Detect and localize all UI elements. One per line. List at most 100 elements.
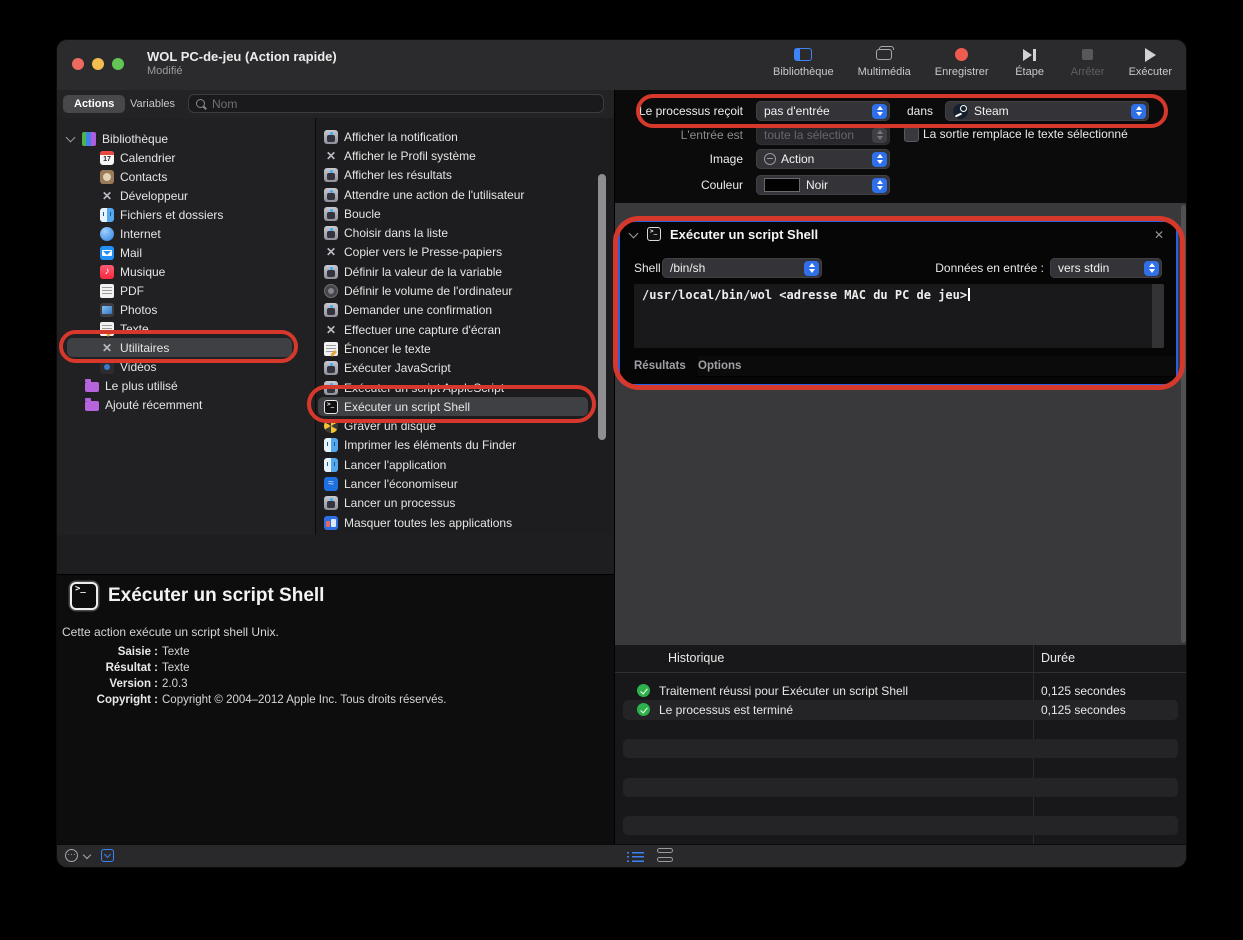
history-row-empty[interactable]	[623, 720, 1178, 739]
toolbar-step-button[interactable]: Étape	[1013, 46, 1047, 78]
action-label: Définir la valeur de la variable	[344, 265, 502, 279]
sidebar-item-bibliotheque[interactable]: Bibliothèque	[57, 129, 315, 148]
sidebar-item-mail[interactable]: Mail	[57, 243, 315, 262]
action-row[interactable]: Attendre une action de l'utilisateur	[316, 185, 614, 204]
automator-action-icon	[324, 303, 338, 317]
action-row[interactable]: Graver un disque	[316, 416, 614, 435]
sidebar-item-ajoute-recemment[interactable]: Ajouté récemment	[57, 395, 315, 414]
description-field: Résultat : Texte	[57, 660, 614, 676]
toolbar-run-button[interactable]: Exécuter	[1129, 46, 1172, 78]
action-row[interactable]: Exécuter JavaScript	[316, 359, 614, 378]
action-row[interactable]: Masquer toutes les applications	[316, 513, 614, 532]
sidebar-item-pdf[interactable]: PDF	[57, 281, 315, 300]
action-row[interactable]: Lancer l'application	[316, 455, 614, 474]
action-row[interactable]: Définir le volume de l'ordinateur	[316, 281, 614, 300]
history-row-empty[interactable]	[623, 816, 1178, 835]
script-scrollbar[interactable]	[1152, 284, 1164, 348]
sidebar-item-calendrier[interactable]: Calendrier	[57, 148, 315, 167]
sidebar-item-label: Bibliothèque	[102, 132, 168, 146]
finder-icon	[324, 458, 338, 472]
action-label: Afficher les résultats	[344, 168, 452, 182]
log-list-view-icon[interactable]	[627, 851, 644, 862]
action-label: Afficher le Profil système	[344, 149, 476, 163]
action-row[interactable]: Copier vers le Presse-papiers	[316, 243, 614, 262]
sidebar-item-videos[interactable]: Vidéos	[57, 357, 315, 376]
disclosure-chevron-icon[interactable]	[66, 132, 76, 142]
history-row-empty[interactable]	[623, 739, 1178, 758]
action-label: Exécuter un script AppleScript	[344, 381, 504, 395]
action-row[interactable]: Boucle	[316, 204, 614, 223]
toolbar-multimedia-button[interactable]: Multimédia	[858, 46, 911, 78]
sidebar-item-fichiers[interactable]: Fichiers et dossiers	[57, 205, 315, 224]
workflow-input-dropdown[interactable]: pas d'entrée	[756, 101, 890, 121]
history-row-empty[interactable]	[623, 797, 1178, 816]
action-row[interactable]: Afficher le Profil système	[316, 146, 614, 165]
log-panel-view-icon[interactable]	[657, 848, 673, 863]
action-row[interactable]: Lancer l'économiseur	[316, 474, 614, 493]
minimize-window-button[interactable]	[92, 58, 104, 70]
stdin-dropdown[interactable]: vers stdin	[1050, 258, 1162, 278]
music-icon	[100, 265, 114, 279]
tab-variables[interactable]: Variables	[130, 95, 175, 113]
terminal-icon	[324, 400, 338, 414]
history-row[interactable]: Traitement réussi pour Exécuter un scrip…	[623, 681, 1178, 700]
action-menu-icon[interactable]	[65, 849, 78, 862]
search-input[interactable]	[210, 96, 603, 112]
history-row-text: Le processus est terminé	[659, 703, 793, 717]
color-dropdown[interactable]: Noir	[756, 175, 890, 195]
tab-options[interactable]: Options	[698, 356, 1176, 377]
action-row[interactable]: Imprimer les éléments du Finder	[316, 436, 614, 455]
sidebar-item-contacts[interactable]: Contacts	[57, 167, 315, 186]
collapse-chevron-icon[interactable]	[629, 229, 639, 239]
contacts-icon	[100, 170, 114, 184]
image-dropdown[interactable]: Action	[756, 149, 890, 169]
toolbar: Bibliothèque Multimédia Enregistrer Étap…	[773, 46, 1172, 78]
library-pane: Actions Variables Bibliothèque Calendrie…	[57, 90, 614, 845]
action-row[interactable]: Définir la valeur de la variable	[316, 262, 614, 281]
chevron-down-icon[interactable]	[83, 851, 91, 859]
script-text[interactable]: /usr/local/bin/wol <adresse MAC du PC de…	[642, 288, 1148, 302]
sidebar-item-musique[interactable]: Musique	[57, 262, 315, 281]
sidebar-item-photos[interactable]: Photos	[57, 300, 315, 319]
action-row[interactable]: Choisir dans la liste	[316, 223, 614, 242]
automator-action-icon	[324, 168, 338, 182]
close-window-button[interactable]	[72, 58, 84, 70]
automator-action-icon	[324, 361, 338, 375]
library-books-icon	[82, 132, 96, 146]
action-row[interactable]: Effectuer une capture d'écran	[316, 320, 614, 339]
action-row[interactable]: Exécuter un script AppleScript	[316, 378, 614, 397]
sidebar-item-developpeur[interactable]: Développeur	[57, 186, 315, 205]
pdf-document-icon	[100, 284, 114, 298]
action-row[interactable]: Énoncer le texte	[316, 339, 614, 358]
action-row[interactable]: Lancer un processus	[316, 494, 614, 513]
tab-actions[interactable]: Actions	[63, 95, 125, 113]
field-label: Copyright :	[57, 692, 158, 708]
action-label: Lancer l'application	[344, 458, 446, 472]
shell-script-action-block[interactable]: Exécuter un script Shell ✕ Shell : /bin/…	[620, 222, 1176, 384]
sidebar-item-internet[interactable]: Internet	[57, 224, 315, 243]
canvas-scrollbar[interactable]	[1181, 205, 1186, 643]
close-action-icon[interactable]: ✕	[1154, 222, 1164, 248]
action-row[interactable]: Afficher les résultats	[316, 166, 614, 185]
sidebar-item-le-plus-utilise[interactable]: Le plus utilisé	[57, 376, 315, 395]
actions-list-scrollbar[interactable]	[598, 174, 606, 440]
history-row[interactable]: Le processus est terminé 0,125 secondes	[623, 700, 1178, 719]
sidebar-item-utilitaires[interactable]: Utilitaires	[67, 338, 292, 357]
tab-results[interactable]: Résultats	[634, 356, 686, 376]
history-row-empty[interactable]	[623, 778, 1178, 797]
output-replaces-checkbox[interactable]	[904, 127, 919, 142]
sidebar-item-texte[interactable]: Texte	[57, 319, 315, 338]
action-row[interactable]: Demander une confirmation	[316, 301, 614, 320]
toolbar-record-button[interactable]: Enregistrer	[935, 46, 989, 78]
script-editor[interactable]: /usr/local/bin/wol <adresse MAC du PC de…	[634, 284, 1164, 348]
shell-dropdown[interactable]: /bin/sh	[662, 258, 822, 278]
action-row-execute-shell-script[interactable]: Exécuter un script Shell	[318, 397, 588, 416]
search-field[interactable]	[188, 94, 604, 113]
target-app-dropdown[interactable]: Steam	[945, 101, 1149, 121]
system-gear-icon	[324, 284, 338, 298]
variables-toggle-icon[interactable]	[101, 849, 114, 862]
history-row-empty[interactable]	[623, 758, 1178, 777]
toolbar-bibliotheque-button[interactable]: Bibliothèque	[773, 46, 834, 78]
action-row[interactable]: Afficher la notification	[316, 127, 614, 146]
zoom-window-button[interactable]	[112, 58, 124, 70]
